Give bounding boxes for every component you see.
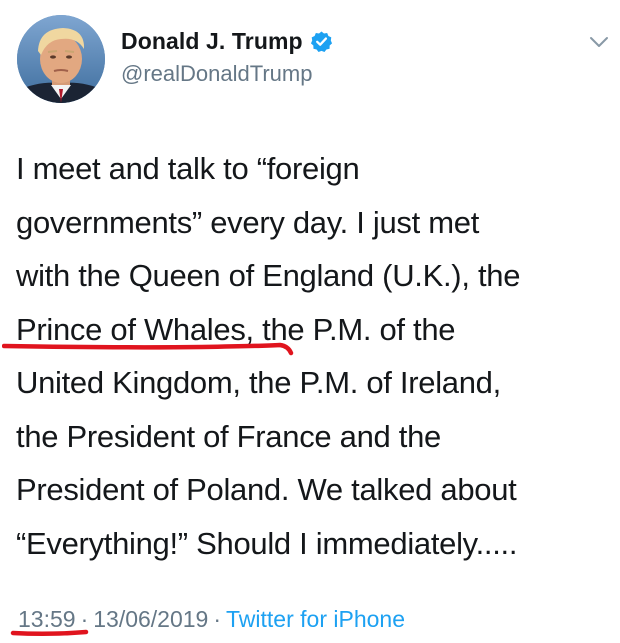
tweet-text-line: United Kingdom, the P.M. of Ireland, xyxy=(16,365,501,400)
tweet-card: Donald J. Trump @realDonaldTrump I meet … xyxy=(0,0,620,643)
author-display-name[interactable]: Donald J. Trump xyxy=(121,28,303,55)
tweet-text-line: President of Poland. We talked about xyxy=(16,472,517,507)
red-underline-annotation xyxy=(10,629,89,637)
tweet-text-line: the President of France and the xyxy=(16,418,441,454)
meta-separator: · xyxy=(213,606,222,632)
verified-badge-icon xyxy=(310,30,333,53)
tweet-text: I meet and talk to “foreign governments”… xyxy=(16,142,611,570)
avatar-image xyxy=(17,15,105,103)
author-name-row[interactable]: Donald J. Trump xyxy=(121,28,333,55)
tweet-date[interactable]: 13/06/2019 xyxy=(93,606,208,633)
tweet-text-line: I meet and talk to “foreign xyxy=(16,151,360,186)
red-underline-annotation xyxy=(2,342,294,356)
tweet-text-line: with the Queen of England (U.K.), the xyxy=(16,258,521,293)
avatar[interactable] xyxy=(17,15,105,103)
author-handle[interactable]: @realDonaldTrump xyxy=(121,61,312,87)
tweet-text-line: “Everything!” Should I immediately..... xyxy=(16,525,518,561)
chevron-down-icon[interactable] xyxy=(588,34,610,50)
tweet-source-link[interactable]: Twitter for iPhone xyxy=(226,606,405,633)
tweet-text-line: governments” every day. I just met xyxy=(16,204,480,240)
